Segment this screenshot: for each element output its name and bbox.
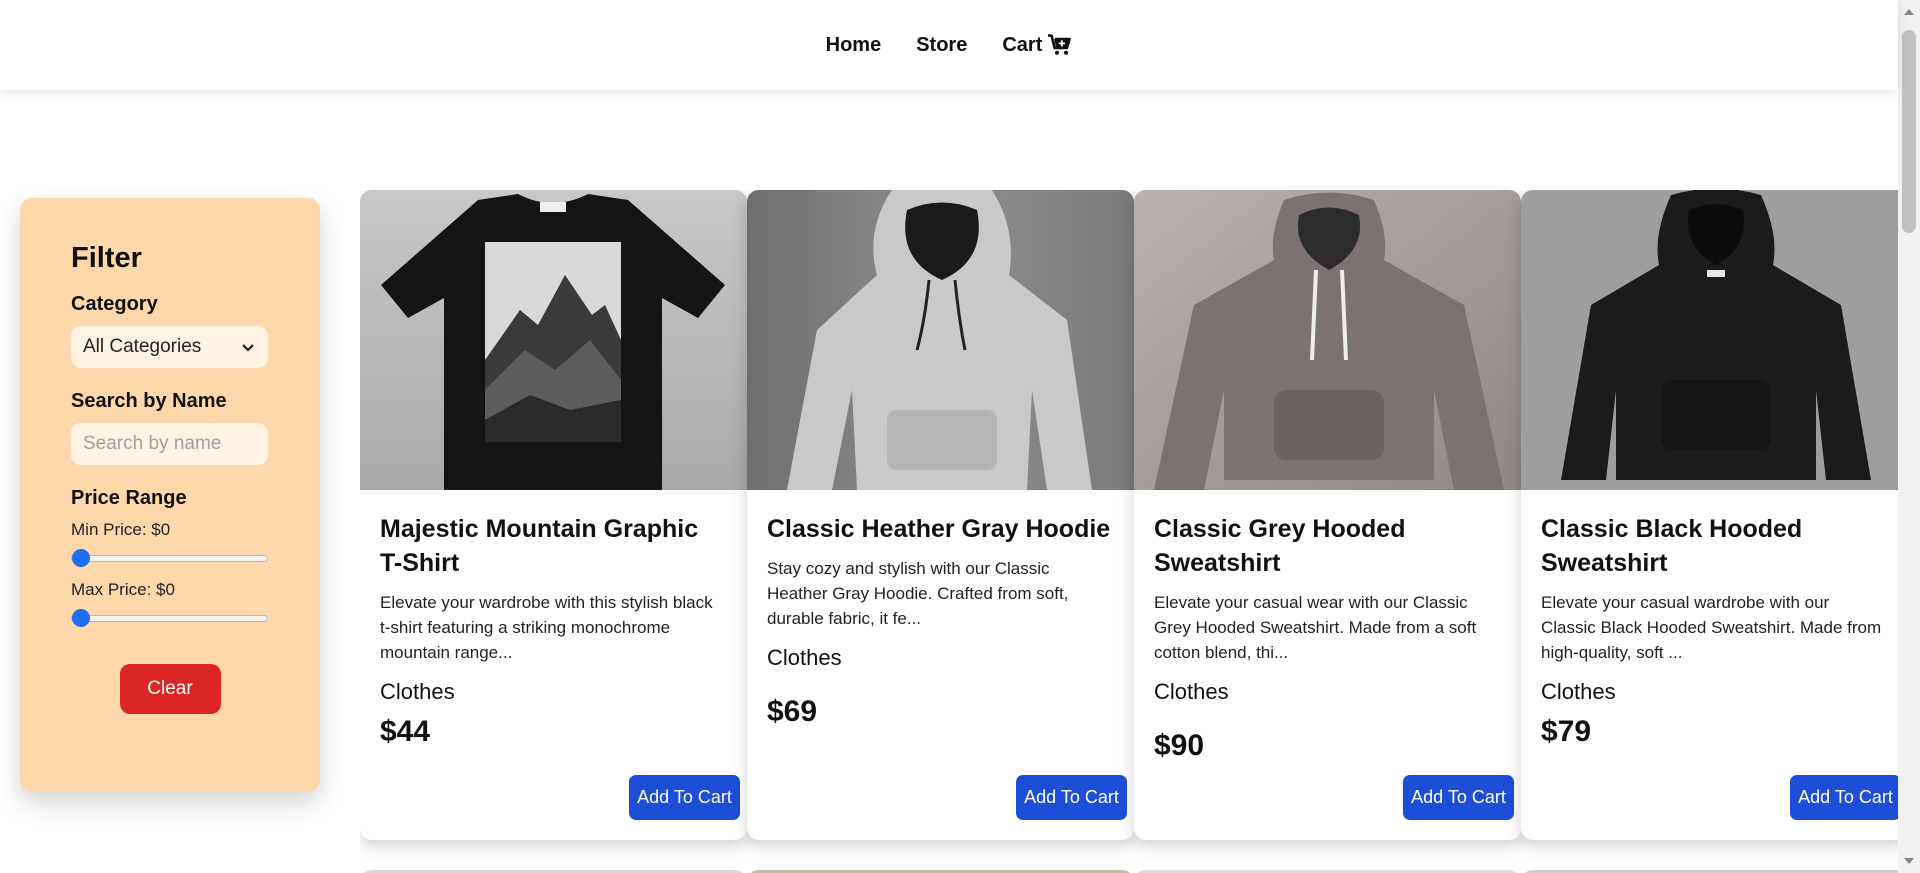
product-image-hoodie-grey[interactable] [1134,190,1521,490]
max-price-slider-track [71,615,268,622]
product-title: Classic Black Hooded Sweatshirt [1541,515,1803,577]
add-to-cart-button[interactable]: Add To Cart [1790,775,1898,820]
category-select-value: All Categories [83,336,202,357]
product-category: Clothes [767,645,842,670]
product-grid: Majestic Mountain Graphic T-Shirt Elevat… [360,190,1898,873]
product-title: Majestic Mountain Graphic T-Shirt [380,515,699,577]
product-category: Clothes [380,679,455,704]
min-price-slider[interactable] [71,548,268,568]
category-select[interactable]: All Categories [71,326,268,368]
min-price-slider-track [71,555,268,562]
product-image-hoodie-heather[interactable] [747,190,1134,490]
product-card[interactable]: Classic Heather Gray Hoodie Stay cozy an… [747,190,1134,840]
product-category: Clothes [1541,679,1616,704]
product-card[interactable]: Classic Black Hooded Sweatshirt Elevate … [1521,190,1898,840]
product-description: Elevate your wardrobe with this stylish … [380,593,713,662]
filter-title: Filter [71,242,142,274]
scrollbar-thumb[interactable] [1902,30,1916,233]
max-price-label: Max Price: $0 [71,580,175,599]
product-card-body: Classic Black Hooded Sweatshirt Elevate … [1521,490,1898,771]
nav-home-link[interactable]: Home [826,34,882,57]
add-to-cart-button[interactable]: Add To Cart [629,775,740,820]
chevron-down-icon [242,336,254,358]
search-input[interactable] [71,423,268,465]
product-card[interactable]: Majestic Mountain Graphic T-Shirt Elevat… [360,190,747,840]
add-to-cart-button[interactable]: Add To Cart [1016,775,1127,820]
top-navbar: Home Store Cart [0,0,1898,90]
nav-cart-label: Cart [1002,33,1043,56]
product-price: $44 [380,715,431,748]
nav-store-link[interactable]: Store [916,34,967,57]
product-price: $79 [1541,715,1592,748]
product-price: $90 [1154,729,1205,762]
product-card-body: Classic Heather Gray Hoodie Stay cozy an… [747,490,1134,751]
page-scrollbar[interactable] [1898,0,1920,873]
product-price: $69 [767,695,818,728]
max-price-slider[interactable] [71,608,268,628]
product-card-body: Classic Grey Hooded Sweatshirt Elevate y… [1134,490,1521,785]
filter-panel: Filter Category All Categories Search by… [20,198,320,792]
scroll-down-arrow-icon[interactable] [1904,858,1914,864]
product-title: Classic Grey Hooded Sweatshirt [1154,515,1406,577]
max-price-slider-thumb[interactable] [72,609,90,627]
min-price-slider-thumb[interactable] [72,549,90,567]
product-description: Stay cozy and stylish with our Classic H… [767,559,1069,628]
scroll-up-arrow-icon[interactable] [1904,9,1914,15]
product-description: Elevate your casual wardrobe with our Cl… [1541,593,1882,662]
cart-plus-icon [1048,34,1072,56]
nav-cart-link[interactable]: Cart [1002,34,1072,57]
search-label: Search by Name [71,390,227,412]
price-range-label: Price Range [71,487,187,509]
add-to-cart-button[interactable]: Add To Cart [1403,775,1514,820]
product-title: Classic Heather Gray Hoodie [767,515,1111,543]
product-image-tshirt[interactable] [360,190,747,490]
product-card-body: Majestic Mountain Graphic T-Shirt Elevat… [360,490,747,771]
category-label: Category [71,293,158,315]
product-category: Clothes [1154,679,1229,704]
product-description: Elevate your casual wear with our Classi… [1154,593,1477,662]
product-row: Majestic Mountain Graphic T-Shirt Elevat… [360,190,1898,840]
min-price-label: Min Price: $0 [71,520,171,539]
product-image-hoodie-black[interactable] [1521,190,1898,490]
product-card[interactable]: Classic Grey Hooded Sweatshirt Elevate y… [1134,190,1521,840]
clear-button[interactable]: Clear [119,664,221,714]
